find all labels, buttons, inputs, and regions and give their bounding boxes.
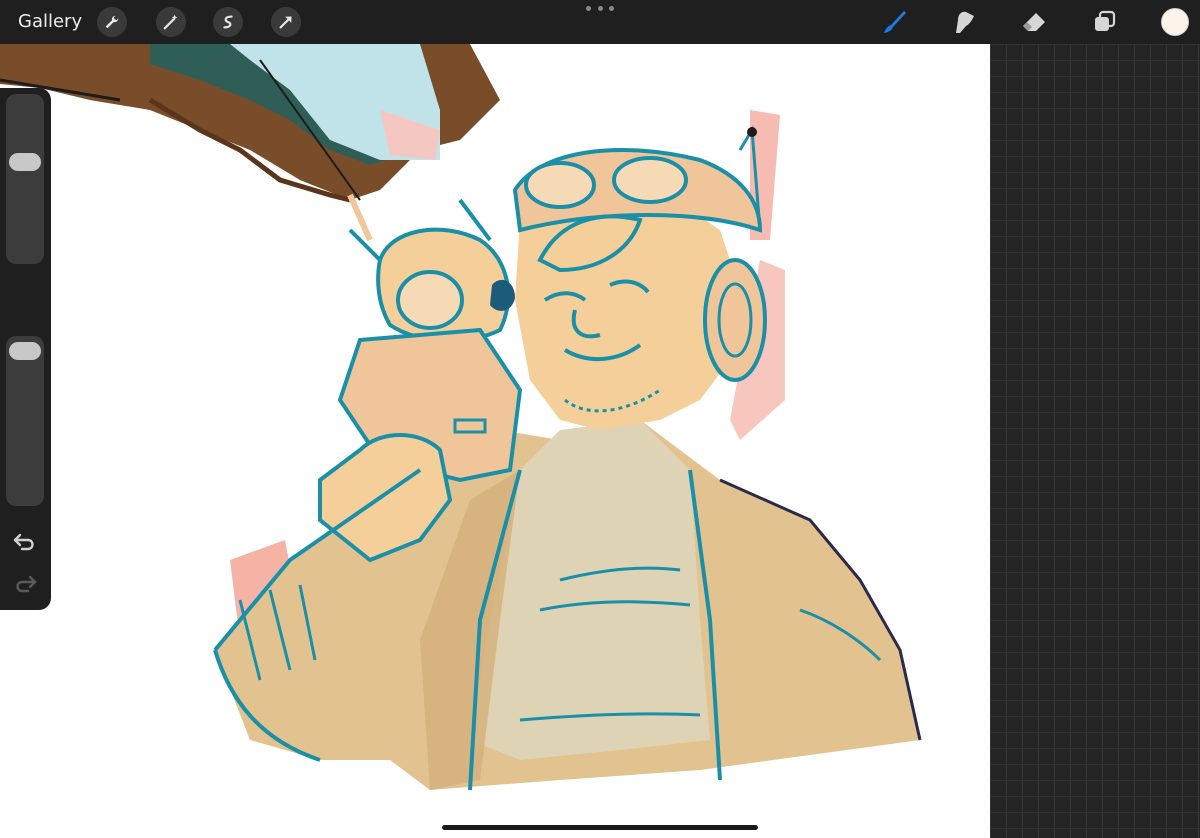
smudge-icon[interactable] — [948, 6, 980, 38]
brush-opacity-handle[interactable] — [9, 342, 41, 360]
brush-size-slider[interactable] — [6, 94, 44, 264]
gallery-button[interactable]: Gallery — [18, 11, 82, 32]
top-toolbar: Gallery — [0, 0, 1200, 44]
more-options-icon[interactable] — [586, 6, 614, 18]
home-indicator[interactable] — [442, 825, 758, 830]
eraser-icon[interactable] — [1018, 6, 1050, 38]
brush-opacity-slider[interactable] — [6, 336, 44, 506]
adjustments-wand-icon[interactable] — [156, 7, 186, 37]
sketch-artwork — [0, 44, 922, 791]
redo-icon[interactable] — [12, 572, 38, 594]
undo-icon[interactable] — [12, 530, 38, 552]
layers-icon[interactable] — [1089, 6, 1121, 38]
pasteboard-grid — [990, 44, 1200, 838]
transform-arrow-icon[interactable] — [271, 7, 301, 37]
side-toolbar — [0, 88, 51, 610]
drawing-canvas[interactable] — [0, 44, 990, 838]
selection-icon[interactable] — [213, 7, 243, 37]
color-picker-swatch[interactable] — [1161, 8, 1189, 36]
brush-size-handle[interactable] — [9, 153, 41, 172]
brush-icon[interactable] — [878, 6, 910, 38]
actions-wrench-icon[interactable] — [97, 7, 127, 37]
